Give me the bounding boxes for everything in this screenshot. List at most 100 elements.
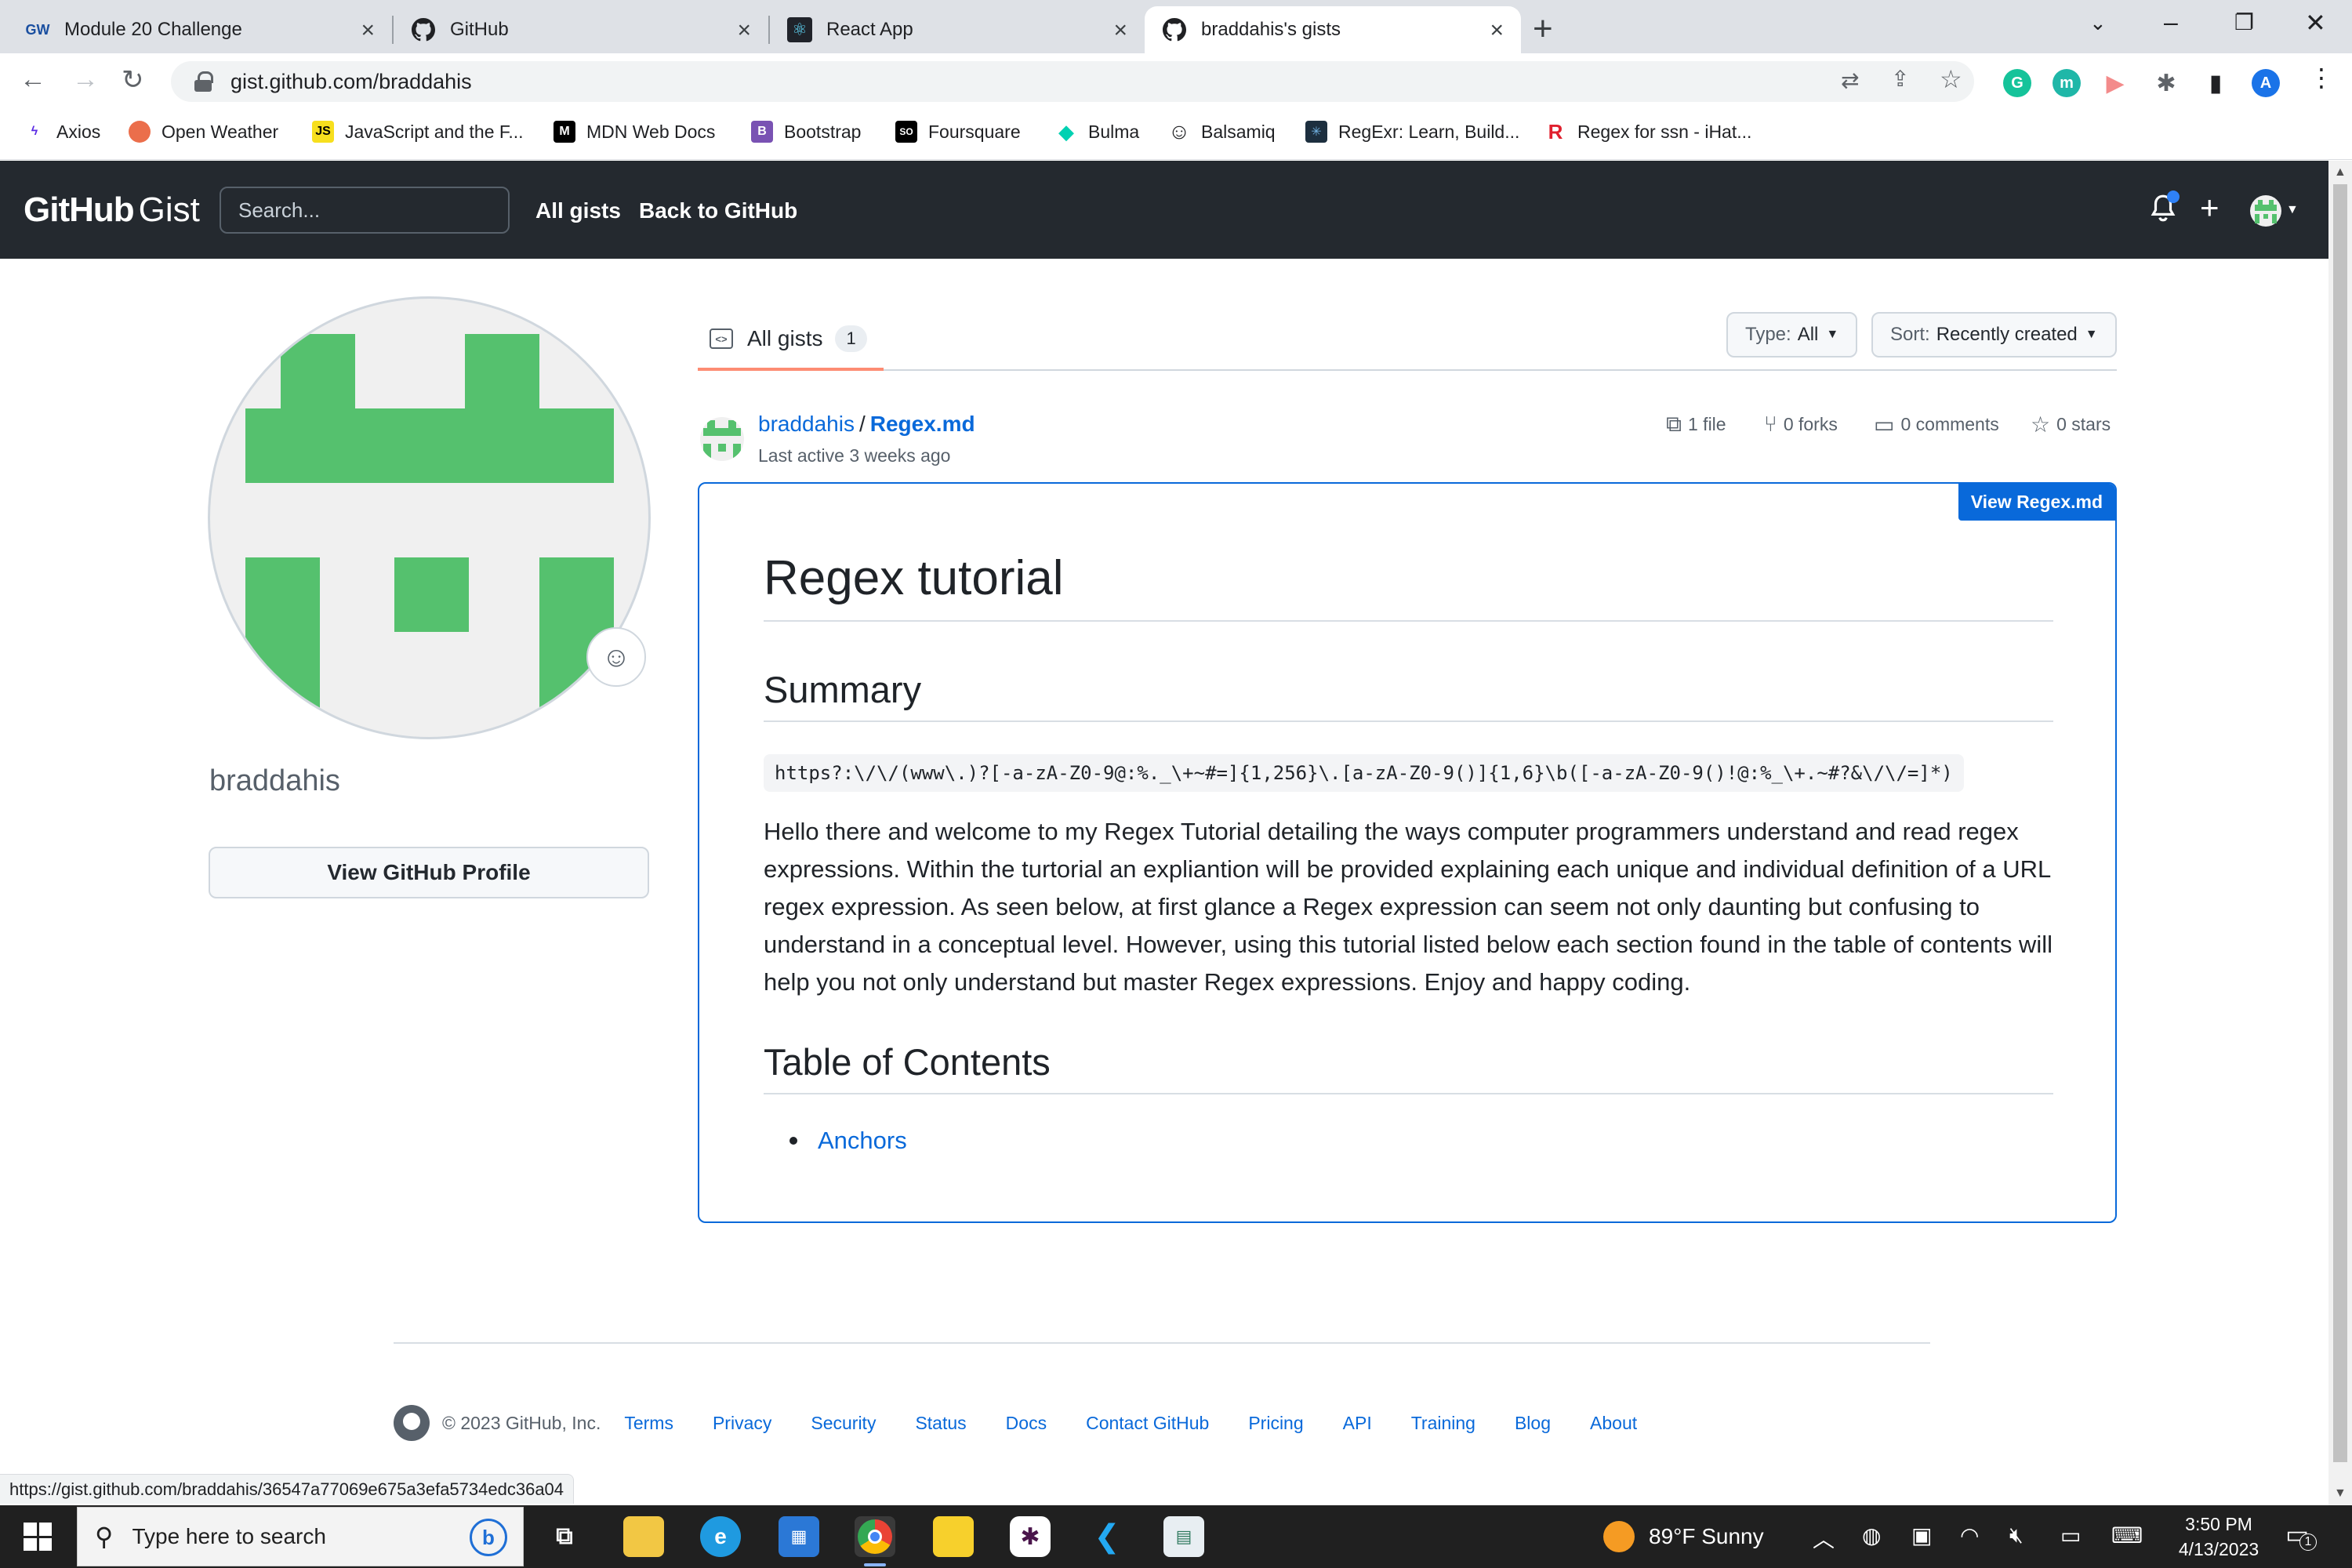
bookmark-javascript[interactable]: JS JavaScript and the F... (312, 121, 524, 143)
gist-owner-avatar[interactable] (700, 417, 744, 461)
regex-code-snippet: https?:\/\/(www\.)?[-a-zA-Z0-9@:%._\+~#=… (764, 754, 1964, 792)
video-extension-icon[interactable]: ▶ (2101, 69, 2129, 97)
notifications-bell-icon[interactable] (2150, 191, 2180, 230)
taskbar-clock[interactable]: 3:50 PM 4/13/2023 (2164, 1512, 2274, 1562)
volume-muted-icon[interactable]: 🔇︎ (2009, 1523, 2024, 1548)
bing-icon[interactable]: b (470, 1519, 507, 1556)
nav-back-to-github[interactable]: Back to GitHub (639, 198, 797, 223)
gist-files-count[interactable]: ⧉ 1 file (1666, 412, 1726, 437)
footer-link-security[interactable]: Security (811, 1413, 876, 1434)
file-explorer-icon[interactable] (623, 1516, 664, 1557)
gist-filename-link[interactable]: Regex.md (870, 412, 975, 436)
tab-module-20[interactable]: GW Module 20 Challenge × (8, 6, 392, 53)
gist-owner-link[interactable]: braddahis (758, 412, 855, 436)
footer-link-api[interactable]: API (1343, 1413, 1372, 1434)
view-github-profile-button[interactable]: View GitHub Profile (209, 847, 649, 898)
nav-all-gists[interactable]: All gists (535, 198, 621, 223)
battery-icon[interactable]: ▭ (2060, 1523, 2081, 1548)
tab-react-app[interactable]: ⚛ React App × (770, 6, 1145, 53)
forward-arrow-icon[interactable]: → (72, 64, 99, 95)
bookmark-star-icon[interactable]: ☆ (1940, 64, 1962, 94)
bookmark-axios[interactable]: ϟ Axios (24, 121, 100, 143)
slack-icon[interactable]: ✱ (1010, 1516, 1051, 1557)
bookmark-regex-ssn[interactable]: R Regex for ssn - iHat... (1544, 120, 1752, 143)
close-icon[interactable]: × (737, 17, 751, 44)
user-menu-avatar[interactable]: ▼ (2250, 195, 2299, 234)
footer-link-pricing[interactable]: Pricing (1248, 1413, 1303, 1434)
bookmark-mdn[interactable]: M MDN Web Docs (554, 121, 715, 143)
gist-forks-count[interactable]: ⑂ 0 forks (1764, 412, 1838, 437)
close-icon[interactable]: × (1113, 17, 1127, 44)
gist-file-preview[interactable]: View Regex.md Regex tutorial Summary htt… (698, 482, 2117, 1223)
gist-stars-count[interactable]: ☆ 0 stars (2031, 412, 2111, 437)
footer-link-docs[interactable]: Docs (1006, 1413, 1047, 1434)
type-filter-label: Type: (1745, 324, 1791, 345)
sort-filter-dropdown[interactable]: Sort: Recently created ▼ (1871, 312, 2117, 358)
caret-down-icon: ▼ (2085, 328, 2098, 341)
keyboard-icon[interactable]: ⌨ (2111, 1523, 2143, 1548)
chrome-icon[interactable] (855, 1516, 895, 1566)
bookmark-balsamiq[interactable]: ☺ Balsamiq (1168, 119, 1276, 143)
reload-icon[interactable]: ↻ (122, 64, 144, 96)
weather-widget[interactable]: 89°F Sunny (1603, 1521, 1764, 1552)
side-panel-icon[interactable]: ▮ (2201, 69, 2230, 97)
tray-chevron-up-icon[interactable]: ︿ (1813, 1523, 1835, 1554)
toc-link-anchors[interactable]: Anchors (789, 1127, 907, 1155)
minimize-icon[interactable]: – (2164, 8, 2178, 37)
footer-link-training[interactable]: Training (1411, 1413, 1475, 1434)
window-close-icon[interactable]: ✕ (2305, 8, 2326, 38)
store-icon[interactable]: ▦ (779, 1516, 819, 1557)
notification-center-icon[interactable]: ▭ 1 (2285, 1519, 2317, 1551)
windows-start-icon[interactable] (24, 1523, 52, 1551)
scrollbar-thumb[interactable] (2333, 184, 2347, 1462)
scroll-down-icon[interactable]: ▼ (2334, 1486, 2347, 1501)
tray-app-icon[interactable]: ◍ (1862, 1523, 1881, 1548)
gist-comments-count[interactable]: ▭ 0 comments (1874, 412, 1999, 437)
footer-link-contact[interactable]: Contact GitHub (1086, 1413, 1209, 1434)
grammarly-extension-icon[interactable]: G (2003, 69, 2031, 97)
github-octocat-icon[interactable] (394, 1405, 430, 1441)
tray-display-icon[interactable]: ▣ (1911, 1523, 1932, 1548)
close-icon[interactable]: × (1490, 17, 1504, 44)
footer-link-terms[interactable]: Terms (624, 1413, 673, 1434)
view-file-button[interactable]: View Regex.md (1958, 484, 2115, 521)
footer-link-about[interactable]: About (1590, 1413, 1637, 1434)
back-arrow-icon[interactable]: ← (20, 64, 46, 95)
taskbar-search-box[interactable]: ⚲ Type here to search b (77, 1507, 524, 1566)
bookmark-bootstrap[interactable]: B Bootstrap (751, 121, 861, 143)
sticky-notes-icon[interactable] (933, 1516, 974, 1557)
restore-icon[interactable]: ❐ (2234, 9, 2254, 35)
url-field[interactable]: gist.github.com/braddahis (171, 61, 1974, 102)
menu-kebab-icon[interactable]: ⋮ (2309, 63, 2334, 93)
footer-link-privacy[interactable]: Privacy (713, 1413, 771, 1434)
vscode-icon[interactable]: ❮ (1087, 1516, 1127, 1557)
edge-icon[interactable]: e (700, 1516, 741, 1557)
app-window-icon[interactable]: ▤ (1163, 1516, 1204, 1557)
new-tab-button[interactable]: + (1533, 9, 1553, 49)
tab-search-chevron-icon[interactable]: ⌄ (2089, 11, 2107, 35)
share-icon[interactable]: ⇪ (1891, 66, 1909, 92)
task-view-icon[interactable]: ⧉ (544, 1516, 585, 1557)
tab-github[interactable]: GitHub × (394, 6, 768, 53)
bookmark-regexr[interactable]: ✳ RegExr: Learn, Build... (1305, 121, 1519, 143)
bookmark-bulma[interactable]: ◆ Bulma (1055, 120, 1139, 143)
tab-braddahis-gists[interactable]: braddahis's gists × (1145, 6, 1521, 53)
scroll-up-icon[interactable]: ▲ (2334, 165, 2347, 180)
bookmark-open-weather[interactable]: Open Weather (129, 121, 278, 143)
type-filter-dropdown[interactable]: Type: All ▼ (1726, 312, 1858, 358)
gist-search-input[interactable] (220, 187, 510, 234)
profile-avatar[interactable]: A (2252, 69, 2280, 97)
footer-link-blog[interactable]: Blog (1515, 1413, 1551, 1434)
translate-icon[interactable]: ⇄ (1841, 67, 1859, 93)
bookmark-foursquare[interactable]: SO Foursquare (895, 121, 1021, 143)
close-icon[interactable]: × (361, 17, 375, 44)
set-status-smiley-icon[interactable]: ☺ (586, 627, 646, 687)
tab-all-gists[interactable]: <> All gists 1 (698, 310, 884, 371)
footer-link-status[interactable]: Status (915, 1413, 966, 1434)
page-scrollbar[interactable]: ▲ ▼ (2328, 161, 2352, 1505)
wifi-icon[interactable]: ◠ (1960, 1523, 1979, 1548)
github-gist-logo[interactable]: GitHub Gist (24, 191, 200, 230)
m-extension-icon[interactable]: m (2053, 69, 2081, 97)
extensions-puzzle-icon[interactable]: ✱ (2152, 69, 2180, 97)
new-gist-plus-icon[interactable]: + (2200, 189, 2220, 227)
